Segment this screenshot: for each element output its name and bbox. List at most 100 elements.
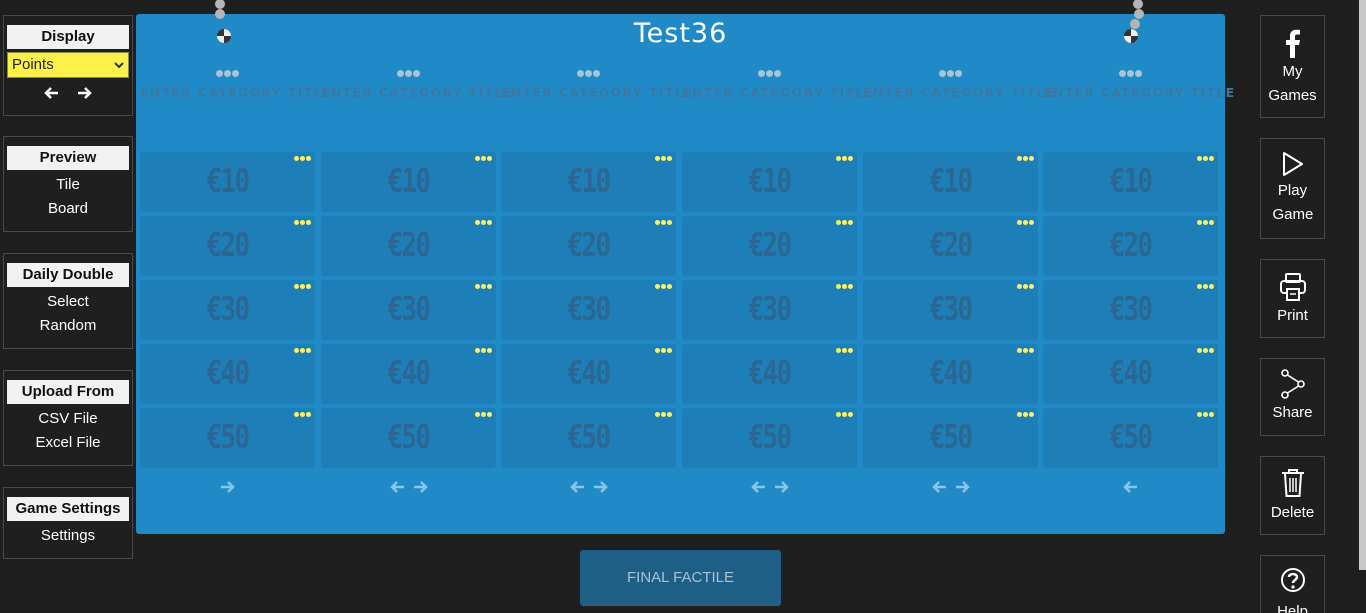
delete-button[interactable]: Delete: [1260, 456, 1325, 535]
daily-double-select-link[interactable]: Select: [4, 290, 132, 314]
tile-menu-icon[interactable]: [475, 412, 492, 417]
tile-menu-icon[interactable]: [1197, 156, 1214, 161]
tile-menu-icon[interactable]: [294, 156, 311, 161]
tile-menu-icon[interactable]: [294, 220, 311, 225]
tile-menu-icon[interactable]: [836, 156, 853, 161]
tile-menu-icon[interactable]: [655, 220, 672, 225]
question-tile[interactable]: €10: [140, 152, 315, 212]
tile-menu-icon[interactable]: [655, 284, 672, 289]
tile-menu-icon[interactable]: [294, 284, 311, 289]
final-factile-button[interactable]: FINAL FACTILE: [580, 550, 781, 606]
question-tile[interactable]: €30: [140, 280, 315, 340]
arrow-left-icon[interactable]: [1123, 480, 1138, 494]
category-title[interactable]: ENTER CATEGORY TITLE: [501, 85, 692, 100]
question-tile[interactable]: €50: [140, 408, 315, 468]
question-tile[interactable]: €10: [682, 152, 857, 212]
question-tile[interactable]: €30: [321, 280, 496, 340]
arrow-left-icon[interactable]: [389, 480, 405, 494]
question-tile[interactable]: €50: [1043, 408, 1218, 468]
share-button[interactable]: Share: [1260, 358, 1325, 436]
settings-link[interactable]: Settings: [4, 524, 132, 548]
question-tile[interactable]: €50: [501, 408, 676, 468]
tile-menu-icon[interactable]: [1017, 156, 1034, 161]
question-tile[interactable]: €50: [863, 408, 1038, 468]
tile-menu-icon[interactable]: [1017, 220, 1034, 225]
category-menu-icon[interactable]: [682, 70, 857, 78]
tile-menu-icon[interactable]: [655, 156, 672, 161]
question-tile[interactable]: €20: [140, 216, 315, 276]
tile-menu-icon[interactable]: [475, 220, 492, 225]
question-tile[interactable]: €10: [501, 152, 676, 212]
tile-menu-icon[interactable]: [836, 284, 853, 289]
tile-menu-icon[interactable]: [1197, 412, 1214, 417]
tile-menu-icon[interactable]: [294, 348, 311, 353]
daily-double-random-link[interactable]: Random: [4, 314, 132, 338]
arrow-left-icon[interactable]: [569, 480, 585, 494]
question-tile[interactable]: €40: [1043, 344, 1218, 404]
question-tile[interactable]: €30: [682, 280, 857, 340]
tile-menu-icon[interactable]: [1197, 348, 1214, 353]
upload-csv-link[interactable]: CSV File: [4, 407, 132, 431]
arrow-left-icon[interactable]: [43, 86, 59, 100]
question-tile[interactable]: €10: [321, 152, 496, 212]
arrow-right-icon[interactable]: [955, 480, 970, 494]
arrow-right-icon[interactable]: [220, 480, 235, 494]
tile-menu-icon[interactable]: [836, 220, 853, 225]
tile-menu-icon[interactable]: [1017, 348, 1034, 353]
my-games-button[interactable]: My Games: [1260, 15, 1325, 118]
question-tile[interactable]: €10: [1043, 152, 1218, 212]
tile-menu-icon[interactable]: [475, 284, 492, 289]
arrow-right-icon[interactable]: [593, 480, 608, 494]
question-tile[interactable]: €30: [501, 280, 676, 340]
question-tile[interactable]: €50: [682, 408, 857, 468]
question-tile[interactable]: €20: [682, 216, 857, 276]
tile-menu-icon[interactable]: [294, 412, 311, 417]
tile-menu-icon[interactable]: [655, 412, 672, 417]
question-tile[interactable]: €20: [1043, 216, 1218, 276]
category-title[interactable]: ENTER CATEGORY TITLE: [682, 85, 873, 100]
play-game-button[interactable]: Play Game: [1260, 138, 1325, 239]
tile-menu-icon[interactable]: [475, 348, 492, 353]
tile-menu-icon[interactable]: [655, 348, 672, 353]
arrow-right-icon[interactable]: [77, 86, 93, 100]
tile-menu-icon[interactable]: [1197, 284, 1214, 289]
arrow-right-icon[interactable]: [774, 480, 789, 494]
category-title[interactable]: ENTER CATEGORY TITLE: [140, 85, 331, 100]
preview-board-link[interactable]: Board: [4, 197, 132, 221]
upload-excel-link[interactable]: Excel File: [4, 431, 132, 455]
category-menu-icon[interactable]: [140, 70, 315, 78]
preview-tile-link[interactable]: Tile: [4, 173, 132, 197]
arrow-right-icon[interactable]: [413, 480, 428, 494]
page-scrollbar[interactable]: [1359, 0, 1366, 570]
category-menu-icon[interactable]: [863, 70, 1038, 78]
tile-menu-icon[interactable]: [836, 348, 853, 353]
question-tile[interactable]: €50: [321, 408, 496, 468]
print-button[interactable]: Print: [1260, 259, 1325, 338]
question-tile[interactable]: €40: [501, 344, 676, 404]
question-tile[interactable]: €20: [863, 216, 1038, 276]
tile-menu-icon[interactable]: [1197, 220, 1214, 225]
question-tile[interactable]: €40: [682, 344, 857, 404]
category-menu-icon[interactable]: [501, 70, 676, 78]
arrow-left-icon[interactable]: [750, 480, 766, 494]
tile-menu-icon[interactable]: [1017, 412, 1034, 417]
display-select[interactable]: Points: [7, 52, 129, 78]
question-tile[interactable]: €40: [863, 344, 1038, 404]
tile-menu-icon[interactable]: [475, 156, 492, 161]
category-menu-icon[interactable]: [1043, 70, 1218, 78]
category-title[interactable]: ENTER CATEGORY TITLE: [863, 85, 1054, 100]
question-tile[interactable]: €20: [501, 216, 676, 276]
tile-menu-icon[interactable]: [836, 412, 853, 417]
arrow-left-icon[interactable]: [931, 480, 947, 494]
question-tile[interactable]: €10: [863, 152, 1038, 212]
question-tile[interactable]: €30: [863, 280, 1038, 340]
category-menu-icon[interactable]: [321, 70, 496, 78]
tile-menu-icon[interactable]: [1017, 284, 1034, 289]
question-tile[interactable]: €20: [321, 216, 496, 276]
category-title[interactable]: ENTER CATEGORY TITLE: [1043, 85, 1234, 100]
question-tile[interactable]: €40: [321, 344, 496, 404]
help-button[interactable]: Help: [1260, 555, 1325, 613]
category-title[interactable]: ENTER CATEGORY TITLE: [321, 85, 512, 100]
question-tile[interactable]: €40: [140, 344, 315, 404]
question-tile[interactable]: €30: [1043, 280, 1218, 340]
